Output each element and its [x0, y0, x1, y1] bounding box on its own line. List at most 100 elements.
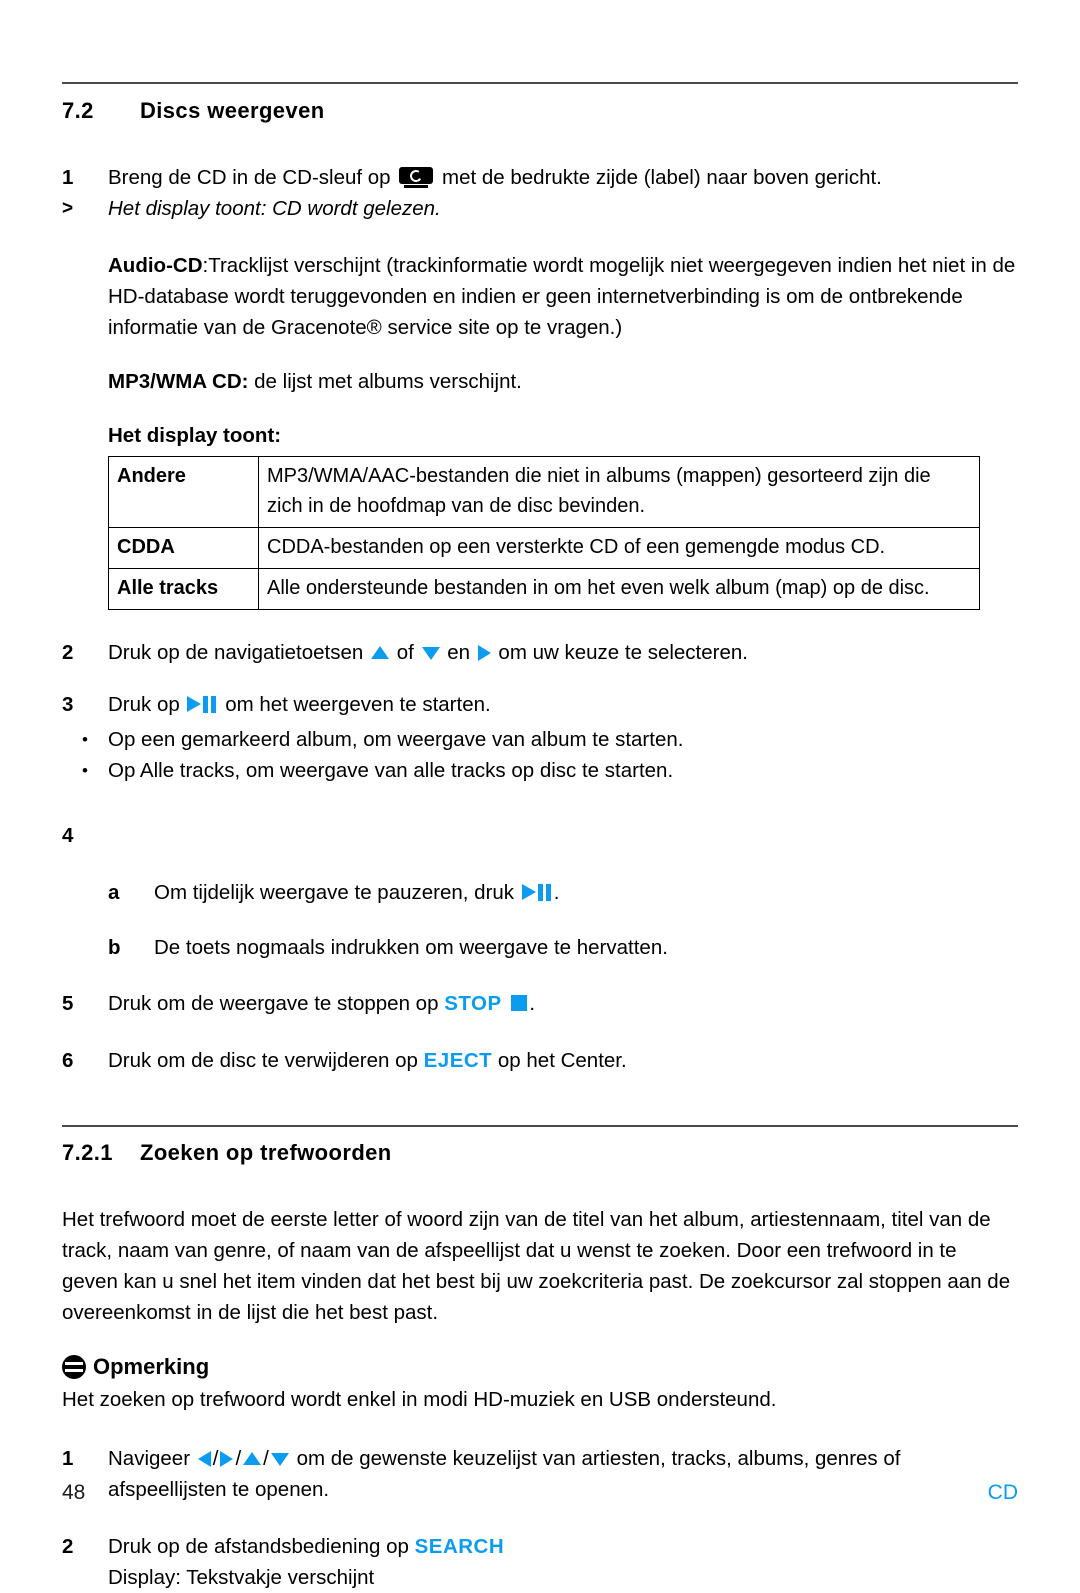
- result-arrow-marker: >: [62, 198, 74, 219]
- note-text: Het zoeken op trefwoord wordt enkel in m…: [62, 1388, 777, 1411]
- step-1-text-after: met de bedrukte zijde (label) naar boven…: [442, 166, 882, 189]
- arrow-down-icon: [421, 646, 440, 660]
- table-row: Alle tracks Alle ondersteunde bestanden …: [108, 568, 980, 610]
- play-pause-icon: [187, 696, 217, 713]
- search-step-2: 2 Druk op de afstandsbediening op SEARCH…: [62, 1531, 1018, 1593]
- step-4a: a Om tijdelijk weergave te pauzeren, dru…: [108, 877, 1018, 908]
- step-6-text-2: op het Center.: [497, 1049, 627, 1072]
- audio-cd-label: Audio-CD: [108, 254, 203, 277]
- step-3-text-2: om het weergeven te starten.: [225, 693, 491, 716]
- step-4-body: [108, 820, 1018, 851]
- document-tag: CD: [987, 1481, 1018, 1504]
- display-shows-heading: Het display toont:: [108, 424, 282, 447]
- step-4: 4: [62, 820, 1018, 851]
- search-step-2-body: Druk op de afstandsbediening op SEARCH D…: [108, 1531, 1018, 1593]
- step-3-text-1: Druk op: [108, 693, 180, 716]
- step-5-text-2: .: [529, 992, 536, 1015]
- search-step-1-text-1: Navigeer: [108, 1447, 191, 1470]
- search-button-label[interactable]: SEARCH: [415, 1535, 505, 1558]
- eject-button-label[interactable]: EJECT: [424, 1049, 493, 1072]
- arrow-right-icon: [477, 645, 491, 662]
- mp3-cd-text: de lijst met albums verschijnt.: [248, 370, 522, 393]
- step-4a-text-1: Om tijdelijk weergave te pauzeren, druk: [154, 881, 515, 904]
- table-row: Andere MP3/WMA/AAC-bestanden die niet in…: [108, 456, 980, 528]
- search-step-2-text-1: Druk op de afstandsbediening op: [108, 1535, 409, 1558]
- step-4a-text-2: .: [553, 881, 560, 904]
- subsection-title: 7.2.1 Zoeken op trefwoorden: [62, 1140, 1018, 1166]
- page-footer: 48 CD: [62, 1481, 1018, 1505]
- step-5-text-1: Druk om de weergave te stoppen op: [108, 992, 439, 1015]
- table-cell-key: Andere: [108, 456, 259, 528]
- sep-1: /: [212, 1447, 219, 1470]
- step-1: 1 Breng de CD in de CD-sleuf op met de b…: [62, 162, 1018, 193]
- subsection-number: 7.2.1: [62, 1140, 113, 1165]
- step-2-text-4: om uw keuze te selecteren.: [498, 641, 748, 664]
- table-cell-value: MP3/WMA/AAC-bestanden die niet in albums…: [258, 456, 980, 528]
- step-3: 3 Druk op om het weergeven te starten.: [62, 689, 1018, 720]
- step-5-body: Druk om de weergave te stoppen op STOP .: [108, 988, 1018, 1019]
- step-2-text-3: en: [447, 641, 471, 664]
- arrow-left-icon: [197, 1451, 211, 1468]
- arrow-up-icon: [243, 1452, 262, 1466]
- step-6-marker: 6: [62, 1049, 74, 1072]
- step-4b: b De toets nogmaals indrukken om weergav…: [108, 932, 1018, 963]
- audio-cd-paragraph: Audio-CD:Tracklijst verschijnt (trackinf…: [108, 250, 1018, 343]
- step-4-marker: 4: [62, 824, 74, 847]
- step-2-body: Druk op de navigatietoetsen of en om uw …: [108, 637, 1018, 668]
- search-step-2-marker: 2: [62, 1535, 74, 1558]
- top-divider: [62, 82, 1018, 84]
- table-cell-key: Alle tracks: [108, 568, 259, 610]
- cd-slot-icon: [399, 167, 434, 188]
- step-1-result: > Het display toont: CD wordt gelezen.: [62, 193, 1018, 224]
- step-6: 6 Druk om de disc te verwijderen op EJEC…: [62, 1045, 1018, 1076]
- list-item: • Op Alle tracks, om weergave van alle t…: [62, 755, 1018, 786]
- step-5: 5 Druk om de weergave te stoppen op STOP…: [62, 988, 1018, 1019]
- step-2-text-2: of: [396, 641, 414, 664]
- bullet-dot-icon: •: [82, 730, 88, 749]
- subsection-divider: [62, 1125, 1018, 1127]
- sep-3: /: [263, 1447, 269, 1470]
- note-block: Opmerking Het zoeken op trefwoord wordt …: [62, 1354, 1018, 1415]
- arrow-down-icon: [270, 1452, 289, 1466]
- step-3-body: Druk op om het weergeven te starten.: [108, 689, 1018, 720]
- document-page: 7.2 Discs weergeven 1 Breng de CD in de …: [0, 0, 1080, 1589]
- section-title: Discs weergeven: [140, 98, 325, 123]
- step-1-marker: 1: [62, 166, 74, 189]
- subsection-paragraph: Het trefwoord moet de eerste letter of w…: [62, 1208, 1011, 1324]
- page-number: 48: [62, 1481, 86, 1504]
- arrow-up-icon: [370, 646, 389, 660]
- step-4b-body: De toets nogmaals indrukken om weergave …: [154, 936, 668, 959]
- result-text: Het display toont: CD wordt gelezen.: [108, 197, 441, 220]
- step-4a-body: Om tijdelijk weergave te pauzeren, druk …: [154, 877, 1018, 908]
- list-item: • Op een gemarkeerd album, om weergave v…: [62, 724, 1018, 755]
- step-2-text-1: Druk op de navigatietoetsen: [108, 641, 364, 664]
- stop-square-icon: [511, 995, 528, 1011]
- subsection-title-text: Zoeken op trefwoorden: [140, 1140, 392, 1165]
- bullet-dot-icon: •: [82, 761, 88, 780]
- sep-2: /: [235, 1447, 242, 1470]
- audio-cd-text: :Tracklijst verschijnt (trackinformatie …: [108, 254, 1016, 339]
- bullet-text: Op een gemarkeerd album, om weergave van…: [108, 728, 684, 751]
- step-4a-marker: a: [108, 881, 120, 904]
- note-heading: Opmerking: [62, 1354, 1018, 1380]
- bullet-text: Op Alle tracks, om weergave van alle tra…: [108, 759, 674, 782]
- display-table: Andere MP3/WMA/AAC-bestanden die niet in…: [108, 456, 980, 610]
- note-title: Opmerking: [93, 1354, 210, 1379]
- mp3-cd-label: MP3/WMA CD:: [108, 370, 249, 393]
- step-3-marker: 3: [62, 693, 74, 716]
- stop-button-label[interactable]: STOP: [444, 992, 501, 1015]
- display-table-wrapper: Andere MP3/WMA/AAC-bestanden die niet in…: [108, 456, 1018, 610]
- note-icon: [62, 1355, 86, 1379]
- play-pause-icon: [521, 884, 552, 901]
- page-title: 7.2 Discs weergeven: [62, 98, 1018, 124]
- search-step-2-line2: Display: Tekstvakje verschijnt: [108, 1566, 375, 1589]
- step-2-marker: 2: [62, 641, 74, 664]
- step-6-body: Druk om de disc te verwijderen op EJECT …: [108, 1045, 1018, 1076]
- step-1-text-before: Breng de CD in de CD-sleuf op: [108, 166, 391, 189]
- table-cell-value: Alle ondersteunde bestanden in om het ev…: [258, 568, 980, 610]
- step-6-text-1: Druk om de disc te verwijderen op: [108, 1049, 418, 1072]
- table-row: CDDA CDDA-bestanden op een versterkte CD…: [108, 527, 980, 569]
- step-2: 2 Druk op de navigatietoetsen of en om u…: [62, 637, 1018, 668]
- step-4b-marker: b: [108, 936, 121, 959]
- arrow-right-icon: [220, 1451, 234, 1468]
